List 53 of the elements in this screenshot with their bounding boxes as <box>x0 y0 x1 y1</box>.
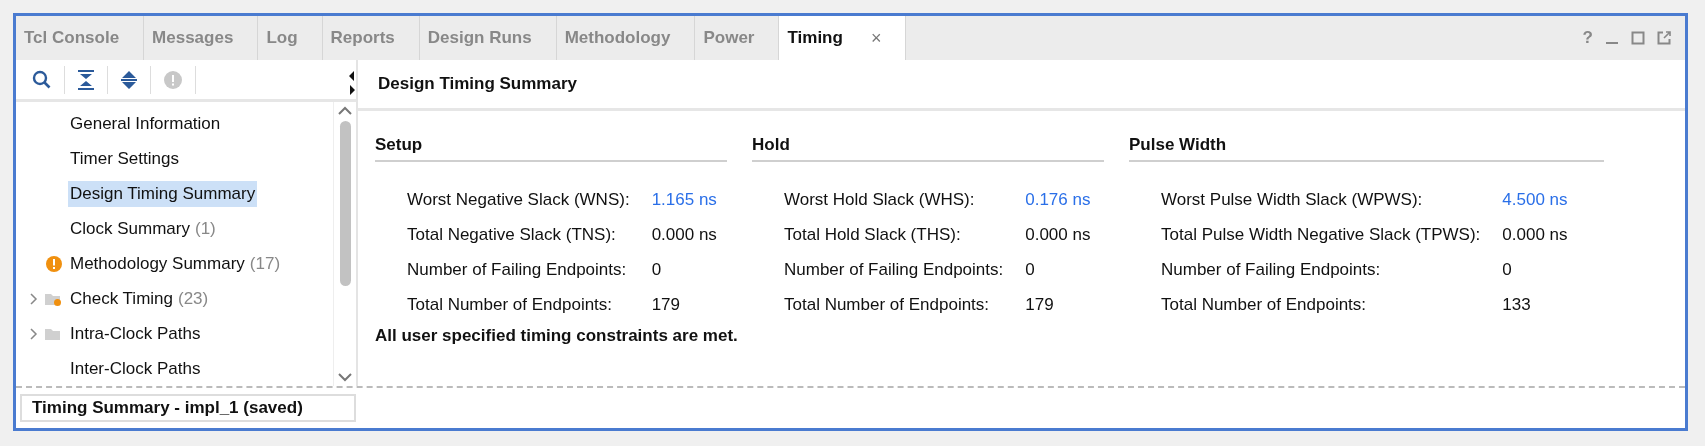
metric-link[interactable]: 0.176 ns <box>1025 182 1091 217</box>
maximize-icon[interactable] <box>1631 31 1645 45</box>
metric-label: Total Number of Endpoints: <box>1161 293 1368 316</box>
tree-item[interactable]: Design Timing Summary <box>68 180 258 207</box>
close-icon[interactable]: × <box>870 27 882 49</box>
expand-all-icon[interactable] <box>120 69 138 90</box>
tree-item[interactable]: Check Timing (23) <box>68 285 211 312</box>
section-heading: Hold <box>752 135 1104 162</box>
tree-item[interactable]: General Information <box>68 110 223 137</box>
metric-label: Worst Negative Slack (WNS): <box>407 188 630 211</box>
float-icon[interactable] <box>1657 31 1671 45</box>
metric-label: Worst Pulse Width Slack (WPWS): <box>1161 188 1424 211</box>
tree-item[interactable]: Timer Settings <box>68 145 181 172</box>
tree-item[interactable]: Clock Summary (1) <box>68 215 218 242</box>
metric-value: 0.000 ns <box>651 223 717 246</box>
metric-label: Total Number of Endpoints: <box>784 293 991 316</box>
chevron-icon[interactable] <box>28 292 38 305</box>
help-icon[interactable]: ? <box>1582 28 1593 48</box>
tree-item[interactable]: Intra-Clock Paths <box>68 320 203 347</box>
scroll-down-icon[interactable] <box>338 373 352 382</box>
chevron-icon[interactable] <box>28 327 38 340</box>
section-heading: Pulse Width <box>1129 135 1604 162</box>
warning-icon <box>46 255 62 272</box>
metric-label: Number of Failing Endpoints: <box>784 258 1004 281</box>
metric-value: 179 <box>651 293 681 316</box>
metric-label: Number of Failing Endpoints: <box>1161 258 1382 281</box>
splitter-handle-icon[interactable] <box>348 70 356 96</box>
metric-label: Worst Hold Slack (WHS): <box>784 188 976 211</box>
tree-item[interactable]: Methodology Summary (17) <box>68 250 283 277</box>
metric-value: 0.000 ns <box>1502 223 1568 246</box>
metric-label: Total Number of Endpoints: <box>407 293 614 316</box>
status-message: All user specified timing constraints are met. <box>375 326 739 346</box>
metric-label: Number of Failing Endpoints: <box>407 258 628 281</box>
panel-title: Design Timing Summary <box>378 74 577 94</box>
metric-label: Total Hold Slack (THS): <box>784 223 962 246</box>
metric-value: 0 <box>1025 258 1036 281</box>
collapse-all-icon[interactable] <box>77 69 95 90</box>
metric-label: Total Pulse Width Negative Slack (TPWS): <box>1161 223 1481 246</box>
metric-label: Total Negative Slack (TNS): <box>407 223 617 246</box>
search-icon[interactable] <box>32 69 52 90</box>
metric-value: 179 <box>1025 293 1055 316</box>
scrollbar-thumb[interactable] <box>339 121 351 286</box>
metric-value: 0.000 ns <box>1025 223 1091 246</box>
metric-value: 0 <box>651 258 663 281</box>
metric-link[interactable]: 4.500 ns <box>1502 182 1568 217</box>
tab[interactable]: Timing × <box>779 16 907 60</box>
metric-link[interactable]: 1.165 ns <box>651 182 717 217</box>
metric-value: 0 <box>1502 258 1513 281</box>
tree-item[interactable]: Inter-Clock Paths <box>68 355 203 382</box>
scroll-up-icon[interactable] <box>338 106 352 115</box>
metric-value: 133 <box>1502 293 1532 316</box>
section-heading: Setup <box>375 135 727 162</box>
status-label: Timing Summary - impl_1 (saved) <box>20 394 356 422</box>
